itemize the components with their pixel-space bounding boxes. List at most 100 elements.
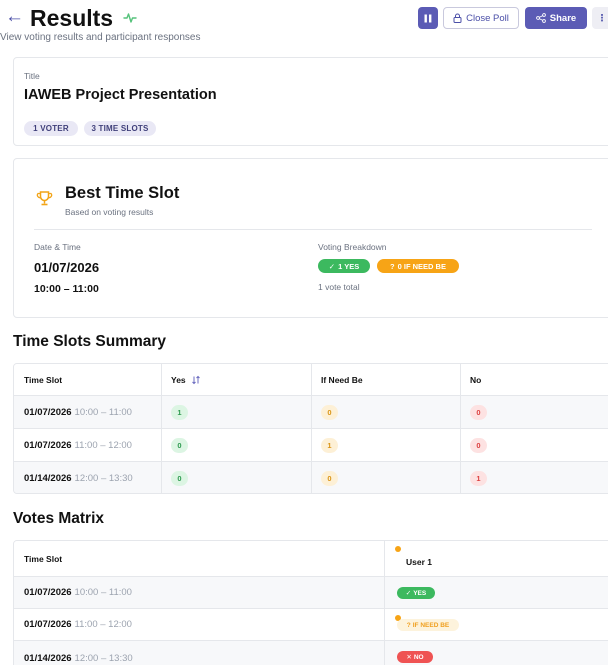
column-header-time-slot: Time Slot bbox=[24, 553, 63, 564]
yes-count-label: 1 YES bbox=[338, 261, 360, 271]
sort-icon[interactable] bbox=[191, 375, 201, 385]
back-arrow-icon[interactable]: ← bbox=[5, 7, 24, 27]
yes-count: 0 bbox=[171, 437, 188, 453]
no-cell: 0 bbox=[460, 396, 608, 428]
activity-icon bbox=[123, 13, 137, 23]
time-slots-summary-title: Time Slots Summary bbox=[13, 333, 167, 350]
slot-time: 10:00 – 11:00 bbox=[74, 406, 132, 418]
if-need-be-cell: 1 bbox=[311, 429, 460, 461]
no-count: 0 bbox=[470, 404, 487, 420]
if-need-be-count: 1 bbox=[321, 437, 338, 453]
yes-count: 1 bbox=[171, 404, 188, 420]
close-poll-button[interactable]: Close Poll bbox=[443, 7, 519, 29]
slot-date: 01/07/2026 bbox=[24, 439, 72, 451]
column-divider bbox=[384, 541, 385, 665]
question-icon: ? bbox=[406, 621, 411, 629]
slot-date: 01/14/2026 bbox=[24, 473, 72, 484]
close-poll-label: Close Poll bbox=[466, 12, 509, 24]
close-icon: ✕ bbox=[406, 654, 412, 661]
slot-date: 01/14/2026 bbox=[24, 653, 72, 664]
best-slot-title: Best Time Slot bbox=[65, 184, 180, 202]
table-row: 01/07/2026 10:00 – 11:00 ✓ YES bbox=[14, 577, 608, 609]
poll-info-card: Title IAWEB Project Presentation 1 VOTER… bbox=[13, 57, 608, 146]
pause-button[interactable] bbox=[418, 7, 438, 29]
share-label: Share bbox=[549, 12, 577, 24]
page-title: Results bbox=[30, 5, 114, 31]
best-date: 01/07/2026 bbox=[34, 260, 100, 275]
time-slot-cell: 01/07/2026 10:00 – 11:00 bbox=[14, 396, 161, 428]
vote-badge-no: ✕ NO bbox=[397, 651, 433, 663]
no-cell: 0 bbox=[460, 429, 608, 461]
page-header: ← Results View voting results and partic… bbox=[0, 0, 608, 46]
voters-chip: 1 VOTER bbox=[24, 121, 78, 136]
time-slot-cell: 01/07/2026 11:00 – 12:00 bbox=[14, 609, 384, 640]
if-need-be-count-label: 0 IF NEED BE bbox=[397, 261, 446, 271]
column-divider bbox=[311, 364, 312, 493]
vote-label: NO bbox=[413, 653, 424, 661]
votes-matrix-table: Time Slot User 1 01/07/2026 10:00 – 11:0… bbox=[13, 540, 608, 665]
time-slots-chip: 3 TIME SLOTS bbox=[84, 121, 156, 136]
column-header-if-need-be: If Need Be bbox=[321, 374, 363, 385]
more-options-button[interactable]: ⋮ bbox=[592, 7, 608, 29]
vote-total: 1 vote total bbox=[318, 282, 360, 292]
time-slot-cell: 01/07/2026 11:00 – 12:00 bbox=[14, 429, 161, 461]
vote-label: YES bbox=[413, 589, 427, 597]
yes-cell: 0 bbox=[161, 462, 311, 493]
column-header-yes-label: Yes bbox=[171, 374, 186, 385]
slot-date: 01/07/2026 bbox=[24, 406, 72, 418]
yes-cell: 1 bbox=[161, 396, 311, 428]
title-label: Title bbox=[24, 71, 40, 81]
slot-time: 11:00 – 12:00 bbox=[74, 439, 132, 451]
share-button[interactable]: Share bbox=[525, 7, 587, 29]
slot-time: 12:00 – 13:30 bbox=[74, 653, 133, 664]
vote-badge-yes: ✓ YES bbox=[397, 587, 435, 599]
slot-date: 01/07/2026 bbox=[24, 587, 72, 598]
best-time: 10:00 – 11:00 bbox=[34, 283, 99, 295]
time-slot-cell: 01/07/2026 10:00 – 11:00 bbox=[14, 577, 384, 608]
if-need-be-count-badge: ? 0 IF NEED BE bbox=[377, 259, 459, 273]
no-cell: 1 bbox=[460, 462, 608, 493]
trophy-icon bbox=[36, 191, 53, 206]
slot-time: 11:00 – 12:00 bbox=[74, 619, 132, 630]
yes-count-badge: ✓ 1 YES bbox=[318, 259, 370, 273]
if-need-be-cell: 0 bbox=[311, 462, 460, 493]
column-header-user-1: User 1 bbox=[406, 556, 432, 567]
column-header-no: No bbox=[470, 374, 482, 385]
no-count: 1 bbox=[470, 471, 487, 486]
table-row: 01/14/2026 12:00 – 13:30 ✕ NO bbox=[14, 641, 608, 665]
pause-icon bbox=[424, 14, 432, 22]
question-icon: ? bbox=[390, 261, 395, 271]
page-subtitle: View voting results and participant resp… bbox=[0, 32, 201, 43]
best-slot-subtitle: Based on voting results bbox=[65, 207, 154, 217]
column-header-yes[interactable]: Yes bbox=[161, 364, 311, 395]
table-header-row: Time Slot User 1 bbox=[14, 541, 608, 577]
check-icon: ✓ bbox=[328, 261, 336, 271]
if-need-be-count: 0 bbox=[321, 471, 338, 486]
share-icon bbox=[535, 13, 546, 23]
yes-cell: 0 bbox=[161, 429, 311, 461]
if-need-be-cell: 0 bbox=[311, 396, 460, 428]
votes-matrix-title: Votes Matrix bbox=[13, 510, 105, 527]
no-count: 0 bbox=[470, 437, 487, 453]
time-slot-cell: 01/14/2026 12:00 – 13:30 bbox=[14, 641, 384, 665]
divider bbox=[34, 229, 592, 230]
lock-icon bbox=[453, 13, 462, 23]
check-icon: ✓ bbox=[405, 590, 412, 597]
time-slots-summary-table: Time Slot Yes If Need Be No 01/07/2026 1… bbox=[13, 363, 608, 494]
best-time-slot-card: Best Time Slot Based on voting results D… bbox=[13, 158, 608, 318]
slot-time: 12:00 – 13:30 bbox=[74, 473, 133, 484]
slot-date: 01/07/2026 bbox=[24, 619, 72, 630]
vote-badge-if-need-be: ? IF NEED BE bbox=[397, 619, 459, 631]
voting-breakdown-label: Voting Breakdown bbox=[318, 242, 387, 252]
if-need-be-count: 0 bbox=[321, 404, 338, 420]
date-time-label: Date & Time bbox=[34, 242, 81, 252]
slot-time: 10:00 – 11:00 bbox=[74, 587, 132, 598]
status-dot-icon bbox=[395, 546, 401, 552]
column-divider bbox=[161, 364, 162, 493]
yes-count: 0 bbox=[171, 471, 188, 486]
vote-label: IF NEED BE bbox=[412, 621, 450, 629]
table-row: 01/07/2026 11:00 – 12:00 ? IF NEED BE bbox=[14, 609, 608, 641]
poll-title: IAWEB Project Presentation bbox=[24, 87, 217, 103]
time-slot-cell: 01/14/2026 12:00 – 13:30 bbox=[14, 462, 161, 493]
column-divider bbox=[460, 364, 461, 493]
